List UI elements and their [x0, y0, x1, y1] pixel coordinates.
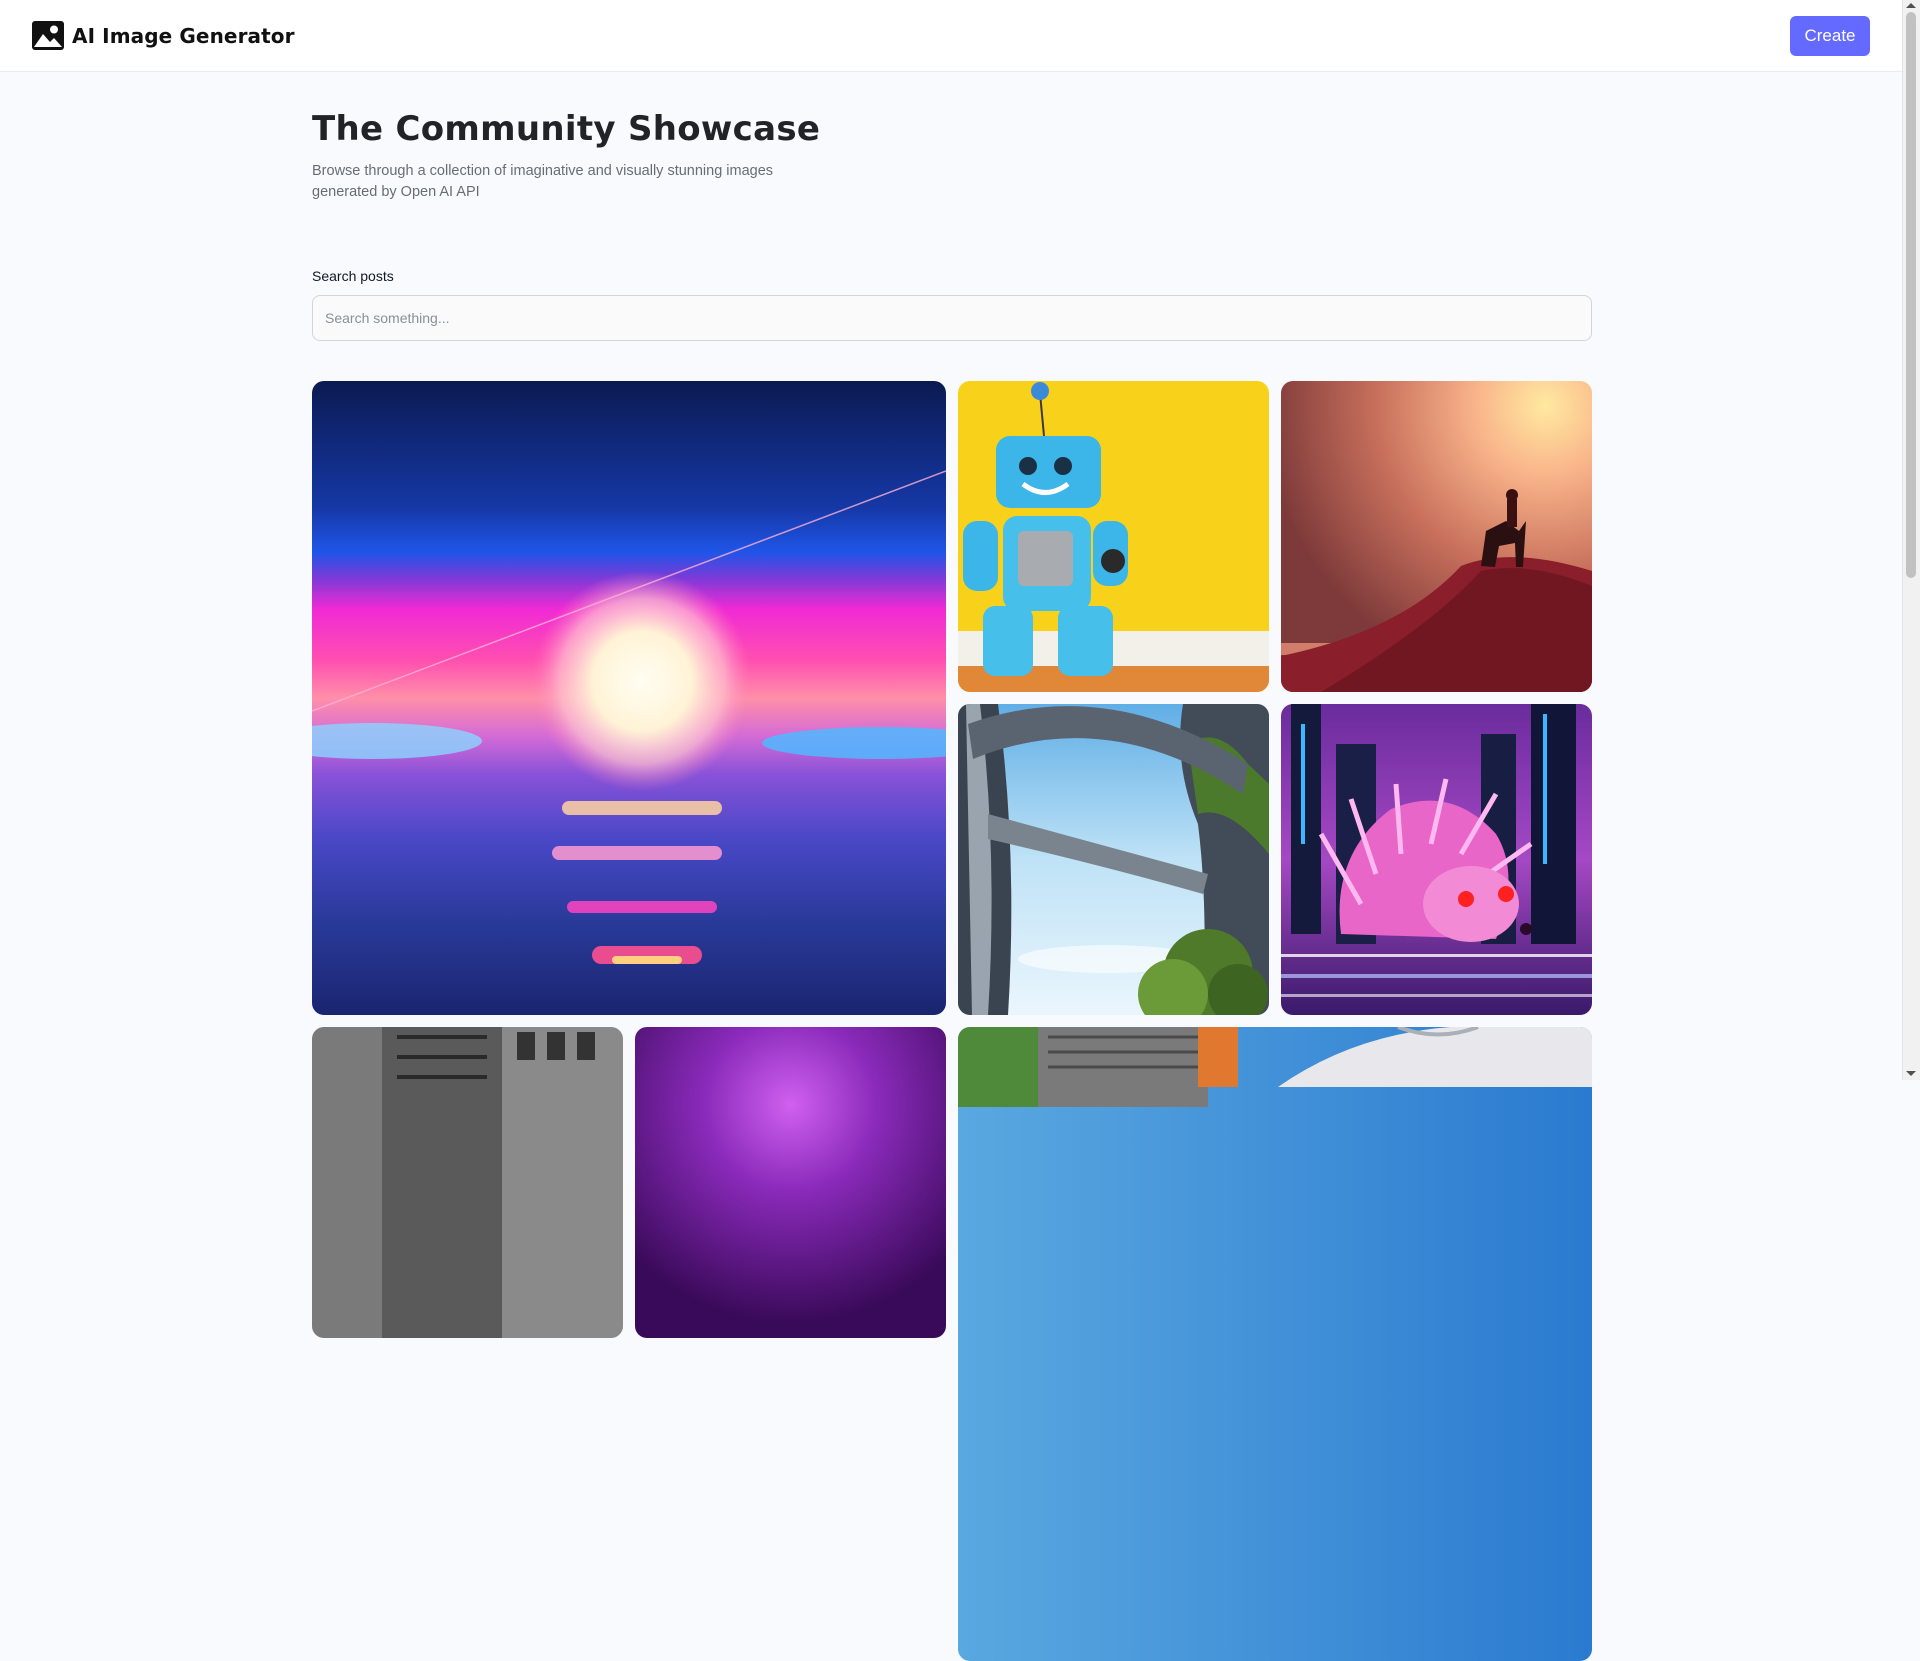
scroll-up-arrow-icon[interactable]	[1906, 3, 1916, 8]
gallery-image	[958, 1027, 1592, 1661]
gallery-image	[312, 381, 946, 1015]
gallery-image	[1281, 381, 1592, 692]
gallery-image	[958, 704, 1269, 1015]
gallery-card-sunset[interactable]	[312, 381, 946, 1015]
brand-name: AI Image Generator	[72, 23, 295, 48]
gallery-image	[635, 1027, 946, 1338]
gallery-card-towers[interactable]	[958, 704, 1269, 1015]
search-input[interactable]	[312, 295, 1592, 341]
image-icon	[32, 21, 64, 50]
gallery-image	[312, 1027, 623, 1338]
main-content: The Community Showcase Browse through a …	[312, 72, 1592, 341]
gallery-image	[1281, 704, 1592, 1015]
scrollbar-thumb[interactable]	[1906, 12, 1916, 578]
search-label: Search posts	[312, 268, 394, 284]
scroll-down-arrow-icon[interactable]	[1906, 1071, 1916, 1076]
gallery-card-city-street[interactable]	[312, 1027, 623, 1338]
gallery-card-purple-glow[interactable]	[635, 1027, 946, 1338]
page-title: The Community Showcase	[312, 109, 821, 149]
gallery-card-tower-spaceship[interactable]	[958, 1027, 1592, 1661]
gallery-card-robot[interactable]	[958, 381, 1269, 692]
gallery-card-hedgehog[interactable]	[1281, 704, 1592, 1015]
page-subtitle: Browse through a collection of imaginati…	[312, 163, 774, 200]
gallery-image	[958, 381, 1269, 692]
create-button[interactable]: Create	[1790, 15, 1870, 56]
top-navbar: AI Image Generator Create	[0, 0, 1902, 72]
gallery-card-rider[interactable]	[1281, 381, 1592, 692]
brand-logo-link[interactable]: AI Image Generator	[32, 21, 295, 50]
